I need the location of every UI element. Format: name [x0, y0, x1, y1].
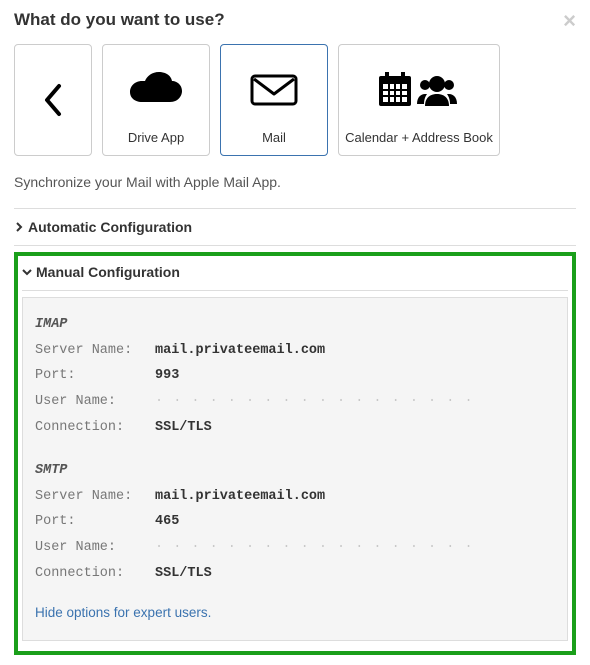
card-label: Mail: [262, 130, 286, 151]
config-key: Connection:: [35, 561, 155, 587]
config-row: Connection: SSL/TLS: [35, 415, 555, 441]
card-label: Calendar + Address Book: [345, 130, 493, 151]
config-key: User Name:: [35, 389, 155, 415]
manual-configuration-toggle[interactable]: Manual Configuration: [22, 260, 568, 284]
protocol-heading-imap: IMAP: [35, 312, 555, 338]
mail-icon: [225, 49, 323, 130]
automatic-configuration-toggle[interactable]: Automatic Configuration: [14, 215, 576, 239]
divider: [14, 245, 576, 246]
option-cards: Drive App Mail: [14, 44, 576, 156]
section-label: Manual Configuration: [36, 264, 180, 280]
close-icon[interactable]: ×: [563, 10, 576, 32]
config-key: Server Name:: [35, 338, 155, 364]
back-button[interactable]: [14, 44, 92, 156]
config-row: Port: 993: [35, 363, 555, 389]
chevron-right-icon: [14, 219, 24, 235]
config-value: 993: [155, 363, 179, 389]
config-row: Connection: SSL/TLS: [35, 561, 555, 587]
config-key: User Name:: [35, 535, 155, 561]
option-drive-app[interactable]: Drive App: [102, 44, 210, 156]
manual-configuration-highlight: Manual Configuration IMAP Server Name: m…: [14, 252, 576, 655]
description-text: Synchronize your Mail with Apple Mail Ap…: [14, 174, 576, 190]
config-row: User Name: · · · · · · · · · · · · · · ·…: [35, 389, 555, 415]
hide-expert-options-link[interactable]: Hide options for expert users.: [35, 600, 555, 626]
manual-config-panel: IMAP Server Name: mail.privateemail.com …: [22, 297, 568, 641]
config-value: mail.privateemail.com: [155, 338, 325, 364]
divider: [14, 208, 576, 209]
config-value: SSL/TLS: [155, 561, 212, 587]
chevron-left-icon: [19, 49, 87, 151]
config-value: 465: [155, 509, 179, 535]
config-row: Server Name: mail.privateemail.com: [35, 484, 555, 510]
cloud-icon: [107, 49, 205, 130]
option-calendar-address-book[interactable]: Calendar + Address Book: [338, 44, 500, 156]
section-label: Automatic Configuration: [28, 219, 192, 235]
option-mail[interactable]: Mail: [220, 44, 328, 156]
calendar-users-icon: [343, 49, 495, 130]
config-value-redacted: · · · · · · · · · · · · · · · · · ·: [155, 535, 474, 561]
page-title: What do you want to use?: [14, 10, 225, 30]
divider: [22, 290, 568, 291]
config-key: Connection:: [35, 415, 155, 441]
config-key: Port:: [35, 509, 155, 535]
config-row: Server Name: mail.privateemail.com: [35, 338, 555, 364]
config-key: Server Name:: [35, 484, 155, 510]
config-row: Port: 465: [35, 509, 555, 535]
chevron-down-icon: [22, 264, 32, 280]
config-value: mail.privateemail.com: [155, 484, 325, 510]
config-value-redacted: · · · · · · · · · · · · · · · · · ·: [155, 389, 474, 415]
config-value: SSL/TLS: [155, 415, 212, 441]
config-row: User Name: · · · · · · · · · · · · · · ·…: [35, 535, 555, 561]
config-key: Port:: [35, 363, 155, 389]
card-label: Drive App: [128, 130, 184, 151]
protocol-heading-smtp: SMTP: [35, 458, 555, 484]
